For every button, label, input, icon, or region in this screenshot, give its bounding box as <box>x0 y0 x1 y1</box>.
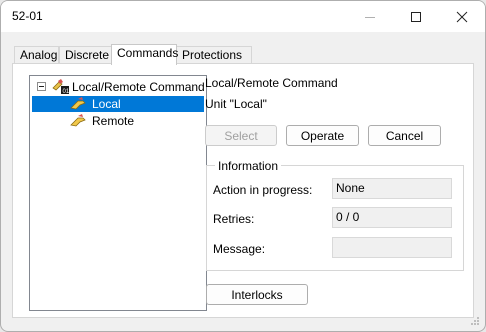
commands-panel: 01 Local/Remote Command Local Remote Loc… <box>12 63 474 318</box>
tree-item-label: Local <box>92 97 121 111</box>
operate-button[interactable]: Operate <box>286 125 359 146</box>
hand-command-icon <box>70 97 86 110</box>
interlocks-button[interactable]: Interlocks <box>206 284 308 305</box>
tab-label: Discrete <box>65 48 110 62</box>
command-tree[interactable]: 01 Local/Remote Command Local Remote <box>29 75 207 311</box>
command-unit: Unit "Local" <box>205 97 267 111</box>
minimize-icon <box>365 16 375 18</box>
hand-command-icon <box>70 114 86 127</box>
dialog-window: 52-01 Analog Discrete Commands Protectio… <box>0 0 486 332</box>
select-button[interactable]: Select <box>205 125 277 146</box>
close-button[interactable] <box>439 1 485 32</box>
maximize-icon <box>411 11 421 22</box>
tree-item-local-remote[interactable]: 01 Local/Remote Command <box>52 79 205 95</box>
retries-field: 0 / 0 <box>332 207 452 228</box>
message-field <box>332 237 452 258</box>
tab-commands[interactable]: Commands <box>111 44 179 65</box>
title-bar: 52-01 <box>1 1 485 32</box>
tree-item-label: Remote <box>92 114 135 128</box>
tree-item-local[interactable]: Local <box>32 96 204 112</box>
minimize-button[interactable] <box>347 1 393 32</box>
resize-grip-icon[interactable] <box>470 316 480 326</box>
tab-label: Analog <box>20 48 58 62</box>
tab-label: Commands <box>117 46 179 60</box>
action-label: Action in progress: <box>213 183 313 197</box>
svg-text:01: 01 <box>63 89 70 95</box>
retries-label: Retries: <box>213 212 255 226</box>
cancel-button[interactable]: Cancel <box>368 125 441 146</box>
information-group-title: Information <box>215 159 282 173</box>
switch-command-icon: 01 <box>52 79 70 95</box>
tree-item-remote[interactable]: Remote <box>70 113 134 129</box>
tab-label: Protections <box>182 48 243 62</box>
tab-discrete[interactable]: Discrete <box>59 46 112 64</box>
maximize-button[interactable] <box>393 1 439 32</box>
window-title: 52-01 <box>12 9 43 23</box>
action-field: None <box>332 178 452 199</box>
tree-item-label: Local/Remote Command <box>72 80 205 94</box>
tab-protections[interactable]: Protections <box>176 46 252 64</box>
command-title: Local/Remote Command <box>205 76 338 90</box>
message-label: Message: <box>213 242 266 256</box>
close-icon <box>456 11 468 22</box>
collapse-toggle[interactable] <box>37 82 46 91</box>
tab-analog[interactable]: Analog <box>14 46 59 64</box>
